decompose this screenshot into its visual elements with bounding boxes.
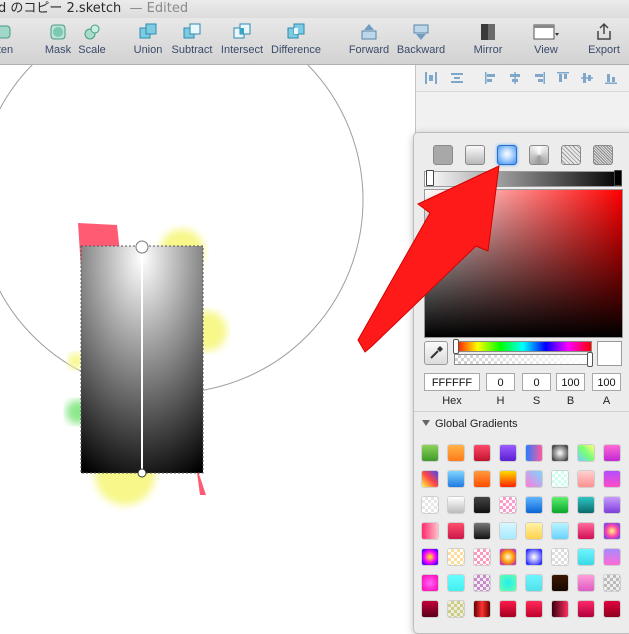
annotation-arrow xyxy=(357,165,500,353)
